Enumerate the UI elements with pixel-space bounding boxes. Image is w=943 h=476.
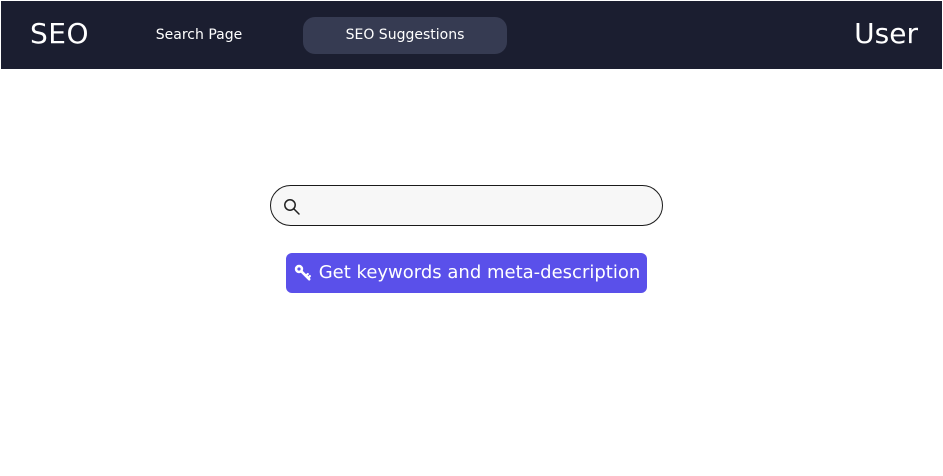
nav-search-page[interactable]: Search Page: [149, 17, 249, 54]
get-keywords-label: Get keywords and meta-description: [318, 262, 641, 283]
user-menu[interactable]: User: [854, 17, 918, 51]
page: SEO Search Page SEO Suggestions User Get…: [0, 0, 943, 476]
search-input[interactable]: [307, 191, 652, 220]
search-icon: [283, 198, 301, 216]
get-keywords-button[interactable]: Get keywords and meta-description: [286, 253, 647, 293]
brand-logo: SEO: [30, 17, 90, 50]
search-box[interactable]: [270, 185, 663, 226]
key-icon: [293, 263, 313, 283]
top-navbar: SEO Search Page SEO Suggestions User: [1, 1, 942, 69]
nav-seo-suggestions[interactable]: SEO Suggestions: [303, 17, 507, 54]
